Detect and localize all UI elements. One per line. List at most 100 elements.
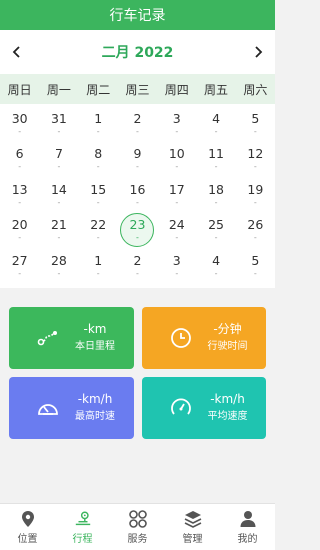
day-mileage-placeholder: - — [96, 268, 100, 278]
calendar-day[interactable]: 10- — [157, 142, 196, 178]
day-mileage-placeholder: - — [214, 162, 218, 172]
page-title: 行车记录 — [109, 8, 166, 24]
tab-services[interactable]: 服务 — [110, 504, 165, 550]
day-number: 3 — [172, 252, 181, 268]
bottom-tab-bar: 位置 行程 服务 管理 我的 — [0, 503, 275, 550]
day-number: 25 — [208, 217, 225, 233]
day-mileage-placeholder: - — [214, 197, 218, 207]
day-number: 12 — [247, 146, 264, 162]
day-mileage-placeholder: - — [57, 162, 61, 172]
day-mileage-placeholder: - — [253, 162, 257, 172]
gauge-icon — [168, 395, 194, 421]
day-mileage-placeholder: - — [253, 126, 257, 136]
calendar-day[interactable]: 5- — [236, 106, 275, 142]
tab-management[interactable]: 管理 — [165, 504, 220, 550]
calendar-day[interactable]: 1- — [79, 106, 118, 142]
calendar-day[interactable]: 21- — [39, 213, 78, 249]
layers-icon — [184, 510, 202, 528]
tab-label: 行程 — [72, 533, 93, 545]
calendar-day[interactable]: 7- — [39, 142, 78, 178]
day-number: 20 — [11, 217, 28, 233]
calendar-day[interactable]: 31- — [39, 106, 78, 142]
day-mileage-placeholder: - — [175, 197, 179, 207]
day-mileage-placeholder: - — [175, 268, 179, 278]
tab-trip[interactable]: 行程 — [55, 504, 110, 550]
calendar-day[interactable]: 17- — [157, 177, 196, 213]
calendar-day[interactable]: 8- — [79, 142, 118, 178]
calendar-day[interactable]: 2- — [118, 106, 157, 142]
calendar-day[interactable]: 3- — [157, 106, 196, 142]
calendar-day[interactable]: 27- — [0, 248, 39, 284]
calendar-day[interactable]: 14- — [39, 177, 78, 213]
calendar-day[interactable]: 18- — [196, 177, 235, 213]
calendar-day[interactable]: 24- — [157, 213, 196, 249]
max-speed-card[interactable]: -km/h 最高时速 — [9, 376, 134, 439]
calendar: 二月 2022 周日 周一 周二 周三 周四 周五 周六 30-31-1-2-3… — [0, 30, 275, 288]
day-mileage-placeholder: - — [96, 197, 100, 207]
calendar-day[interactable]: 25- — [196, 213, 235, 249]
daily-mileage-value: -km — [83, 321, 107, 336]
calendar-day[interactable]: 13- — [0, 177, 39, 213]
day-mileage-placeholder: - — [136, 197, 139, 207]
day-mileage-placeholder: - — [136, 233, 139, 243]
calendar-day[interactable]: 19- — [236, 177, 275, 213]
weekday-label: 周三 — [125, 82, 150, 97]
calendar-day[interactable]: 28- — [39, 248, 78, 284]
stats-panel: -km 本日里程 -分钟 行驶时间 -km/h 最高时速 -km/h 平均速度 — [0, 288, 275, 439]
chevron-right-icon — [255, 46, 263, 58]
calendar-day[interactable]: 1- — [79, 248, 118, 284]
tab-label: 位置 — [17, 533, 38, 545]
day-mileage-placeholder: - — [96, 126, 100, 136]
driving-time-value: -分钟 — [213, 321, 242, 336]
calendar-day[interactable]: 9- — [118, 142, 157, 178]
tab-label: 管理 — [182, 533, 203, 545]
day-mileage-placeholder: - — [214, 233, 218, 243]
calendar-day[interactable]: 22- — [79, 213, 118, 249]
speedometer-icon — [35, 395, 61, 421]
day-mileage-placeholder: - — [18, 197, 22, 207]
day-number: 31 — [50, 110, 67, 126]
day-mileage-placeholder: - — [253, 197, 257, 207]
calendar-day[interactable]: 2- — [118, 248, 157, 284]
prev-month-button[interactable] — [8, 43, 26, 61]
day-number: 6 — [15, 146, 24, 162]
day-number: 19 — [247, 181, 264, 197]
day-mileage-placeholder: - — [57, 197, 61, 207]
calendar-day[interactable]: 5- — [236, 248, 275, 284]
driving-time-card[interactable]: -分钟 行驶时间 — [141, 306, 266, 369]
day-mileage-placeholder: - — [57, 126, 61, 136]
next-month-button[interactable] — [249, 43, 267, 61]
tab-label: 服务 — [127, 533, 148, 545]
calendar-day-today[interactable]: 23- — [118, 213, 157, 249]
average-speed-card[interactable]: -km/h 平均速度 — [141, 376, 266, 439]
calendar-day[interactable]: 15- — [79, 177, 118, 213]
calendar-day[interactable]: 6- — [0, 142, 39, 178]
day-number: 23 — [129, 217, 146, 233]
day-number: 15 — [90, 181, 107, 197]
day-mileage-placeholder: - — [136, 126, 139, 136]
calendar-day[interactable]: 11- — [196, 142, 235, 178]
day-mileage-placeholder: - — [136, 268, 139, 278]
tab-location[interactable]: 位置 — [0, 504, 55, 550]
calendar-day[interactable]: 12- — [236, 142, 275, 178]
day-number: 10 — [168, 146, 185, 162]
weekday-label: 周日 — [7, 82, 32, 97]
max-speed-value: -km/h — [77, 391, 113, 406]
calendar-day[interactable]: 16- — [118, 177, 157, 213]
weekday-header: 周日 周一 周二 周三 周四 周五 周六 — [0, 74, 275, 104]
day-number: 24 — [168, 217, 185, 233]
day-number: 17 — [168, 181, 185, 197]
calendar-day[interactable]: 26- — [236, 213, 275, 249]
day-number: 5 — [251, 110, 260, 126]
calendar-day[interactable]: 4- — [196, 248, 235, 284]
calendar-day[interactable]: 4- — [196, 106, 235, 142]
calendar-day[interactable]: 3- — [157, 248, 196, 284]
day-mileage-placeholder: - — [18, 126, 22, 136]
calendar-day[interactable]: 30- — [0, 106, 39, 142]
day-mileage-placeholder: - — [214, 126, 218, 136]
day-mileage-placeholder: - — [18, 268, 22, 278]
daily-mileage-card[interactable]: -km 本日里程 — [9, 306, 134, 369]
calendar-day[interactable]: 20- — [0, 213, 39, 249]
tab-profile[interactable]: 我的 — [220, 504, 275, 550]
average-speed-value: -km/h — [210, 391, 245, 406]
